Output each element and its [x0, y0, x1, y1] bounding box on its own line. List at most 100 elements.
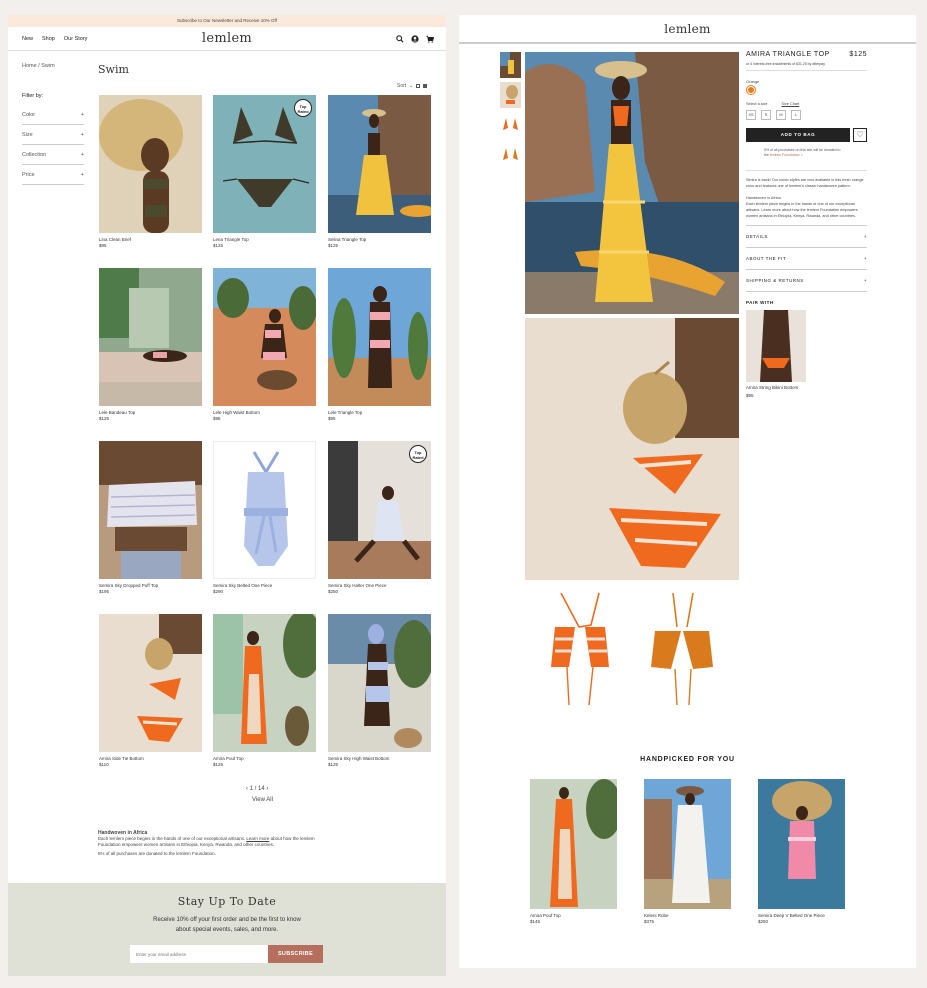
product-name[interactable]: Semira Sky Dropped Puff Top: [99, 583, 202, 588]
handpicked-card[interactable]: Keleni Robe $375: [644, 779, 731, 924]
subscribe-button[interactable]: SUBSCRIBE: [268, 945, 323, 963]
main-product-image[interactable]: [525, 52, 739, 314]
product-card[interactable]: Lele Bandeau Top $125: [99, 268, 202, 421]
announcement-bar[interactable]: Subscribe to Our Newsletter and Receive …: [8, 15, 446, 27]
foundation-link[interactable]: lemlem Foundation >: [770, 153, 803, 157]
logo[interactable]: lemlem: [8, 31, 446, 46]
product-name[interactable]: Semira Sky Halter One Piece: [328, 583, 431, 588]
product-card[interactable]: Selina Triangle Top $125: [328, 95, 431, 248]
filter-collection[interactable]: Collection +: [22, 145, 84, 165]
grid-dense-icon[interactable]: [423, 84, 428, 88]
product-image[interactable]: [213, 614, 316, 752]
product-image[interactable]: [99, 441, 202, 579]
size-option-l[interactable]: L: [791, 110, 801, 120]
search-icon[interactable]: [396, 35, 404, 43]
pair-product-image[interactable]: [746, 310, 806, 382]
size-option-s[interactable]: S: [761, 110, 771, 120]
handpicked-price: $145: [530, 919, 541, 924]
product-card[interactable]: Semira Sky Dropped Puff Top $195: [99, 441, 202, 594]
product-image[interactable]: [213, 441, 316, 579]
cart-icon[interactable]: [426, 35, 434, 43]
product-card[interactable]: Top Rated Semira Sky Halter One Piece $2…: [328, 441, 431, 594]
fit-accordion[interactable]: ABOUT THE FIT +: [746, 248, 867, 270]
product-card[interactable]: Lele Triangle Top $95: [328, 268, 431, 421]
heart-icon[interactable]: ♡: [853, 128, 867, 142]
afterpay-note[interactable]: or 4 interest-free installments of $31.2…: [746, 62, 867, 71]
plus-icon: +: [863, 278, 867, 283]
product-card[interactable]: Amira Pouf Top $125: [213, 614, 316, 767]
filter-price[interactable]: Price +: [22, 165, 84, 185]
view-all-link[interactable]: View All: [252, 797, 273, 803]
handpicked-name[interactable]: Amira Pouf Top: [530, 913, 617, 918]
product-name[interactable]: Lele Triangle Top: [328, 410, 431, 415]
thumbnail[interactable]: [500, 142, 521, 168]
product-name[interactable]: Lele High Waist Bottom: [213, 410, 316, 415]
product-name[interactable]: Selina Triangle Top: [328, 237, 431, 242]
thumbnail[interactable]: [500, 82, 521, 108]
plus-icon: +: [80, 132, 84, 138]
prev-page-icon[interactable]: ‹: [246, 786, 248, 792]
product-card[interactable]: Semira Sky High Waist Bottom $125: [328, 614, 431, 767]
product-name[interactable]: Semira Sky High Waist Bottom: [328, 756, 431, 761]
details-accordion[interactable]: DETAILS +: [746, 226, 867, 248]
handpicked-card[interactable]: Semira Deep V Belted One Piece $250: [758, 779, 845, 924]
handpicked-image[interactable]: [530, 779, 617, 909]
product-page: lemlem AMIRA TRIANGLE TOP $125 or 4 inte…: [459, 15, 916, 968]
product-name[interactable]: Amira Side Tie Bottom: [99, 756, 202, 761]
next-page-icon[interactable]: ›: [266, 786, 268, 792]
breadcrumb[interactable]: Home / Swim: [22, 63, 55, 69]
product-image[interactable]: [99, 95, 202, 233]
product-card[interactable]: Lina Clean Brief $95: [99, 95, 202, 248]
product-image[interactable]: [213, 268, 316, 406]
handpicked-image[interactable]: [758, 779, 845, 909]
filter-color[interactable]: Color +: [22, 105, 84, 125]
filter-size[interactable]: Size +: [22, 125, 84, 145]
size-option-xs[interactable]: XS: [746, 110, 756, 120]
filter-label: Collection: [22, 152, 47, 158]
accordion-label: ABOUT THE FIT: [746, 256, 787, 261]
size-option-m[interactable]: M: [776, 110, 786, 120]
product-name[interactable]: Lina Clean Brief: [99, 237, 202, 242]
handpicked-image[interactable]: [644, 779, 731, 909]
product-image[interactable]: Top Rated: [213, 95, 316, 233]
product-image[interactable]: [99, 268, 202, 406]
plus-icon: +: [80, 112, 84, 118]
product-card[interactable]: Amira Side Tie Bottom $110: [99, 614, 202, 767]
learn-more-link[interactable]: Learn more: [246, 836, 269, 841]
product-name[interactable]: Amira Pouf Top: [213, 756, 316, 761]
product-flat-image[interactable]: [547, 587, 613, 712]
shipping-accordion[interactable]: SHIPPING & RETURNS +: [746, 270, 867, 292]
color-swatch-orange[interactable]: [747, 86, 755, 94]
product-card[interactable]: Top Rated Lena Triangle Top $125: [213, 95, 316, 248]
product-image[interactable]: [99, 614, 202, 752]
thumbnail[interactable]: [500, 52, 521, 78]
handpicked-name[interactable]: Keleni Robe: [644, 913, 731, 918]
product-name[interactable]: Lena Triangle Top: [213, 237, 316, 242]
plus-icon: +: [80, 172, 84, 178]
pair-product-name[interactable]: Amira String Bikini Bottom: [746, 385, 867, 390]
size-chart-link[interactable]: Size Chart: [782, 102, 800, 106]
filter-label: Price: [22, 172, 35, 178]
product-card[interactable]: Lele High Waist Bottom $95: [213, 268, 316, 421]
product-image[interactable]: [328, 95, 431, 233]
email-field[interactable]: [130, 945, 268, 963]
newsletter-heading: Stay Up To Date: [177, 895, 277, 908]
handpicked-name[interactable]: Semira Deep V Belted One Piece: [758, 913, 845, 918]
product-name[interactable]: Semira Sky Belted One Piece: [213, 583, 316, 588]
product-card[interactable]: Semira Sky Belted One Piece $290: [213, 441, 316, 594]
handpicked-card[interactable]: Amira Pouf Top $145: [530, 779, 617, 924]
product-image[interactable]: [328, 268, 431, 406]
product-image-beach[interactable]: [525, 318, 739, 580]
add-to-bag-button[interactable]: ADD TO BAG: [746, 128, 850, 142]
grid-view-icon[interactable]: [416, 84, 421, 88]
filter-label: Color: [22, 112, 36, 118]
thumbnail[interactable]: [500, 112, 521, 138]
account-icon[interactable]: [411, 35, 419, 43]
top-rated-badge: Top Rated: [409, 445, 427, 463]
logo[interactable]: lemlem: [459, 15, 916, 44]
product-image[interactable]: [328, 614, 431, 752]
product-name[interactable]: Lele Bandeau Top: [99, 410, 202, 415]
product-image[interactable]: Top Rated: [328, 441, 431, 579]
product-back-image[interactable]: [649, 587, 715, 712]
sort-control[interactable]: Sort ⌄: [397, 83, 428, 89]
